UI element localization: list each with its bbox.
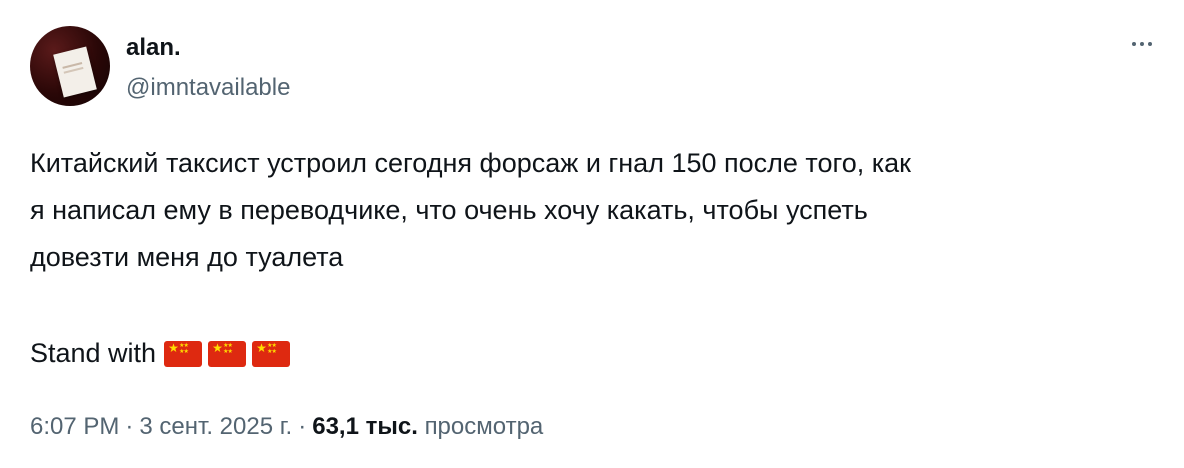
flag-group: ★ ★★ ★★ ★ ★★ ★★ ★ ★★ ★★ [164, 340, 291, 367]
tweet-text: Китайский таксист устроил сегодня форсаж… [30, 140, 1160, 281]
more-options-icon[interactable] [1124, 30, 1160, 58]
tweet-time-link[interactable]: 6:07 PM [30, 413, 119, 440]
author-display-name[interactable]: alan. [126, 34, 181, 62]
views-label: просмотра [424, 413, 544, 440]
meta-separator: · [125, 413, 134, 440]
china-flag-icon: ★ ★★ ★★ [252, 340, 291, 367]
tweet-text-line: довезти меня до туалета [30, 242, 344, 272]
avatar[interactable] [30, 26, 110, 106]
tweet-meta: 6:07 PM · 3 сент. 2025 г. · 63,1 тыс. просмо… [30, 412, 543, 442]
tweet-card: alan. @imntavailable Китайский таксист у… [0, 0, 1184, 468]
tweet-text-line: Китайский таксист устроил сегодня форсаж… [30, 148, 911, 178]
stand-with-line: Stand with ★ ★★ ★★ ★ ★★ ★★ ★ ★★ ★★ [30, 330, 291, 377]
more-dot [1140, 42, 1144, 46]
more-dot [1132, 42, 1136, 46]
more-dot [1148, 42, 1152, 46]
china-flag-icon: ★ ★★ ★★ [208, 340, 247, 367]
avatar-image-note [53, 46, 97, 98]
tweet-text-line: я написал ему в переводчике, что очень х… [30, 195, 868, 225]
tweet-date-link[interactable]: 3 сент. 2025 г. [139, 413, 292, 440]
meta-separator: · [298, 413, 307, 440]
china-flag-icon: ★ ★★ ★★ [164, 340, 203, 367]
stand-with-text: Stand with [30, 338, 157, 368]
views-count: 63,1 тыс. [312, 413, 418, 440]
author-handle[interactable]: @imntavailable [126, 74, 290, 102]
